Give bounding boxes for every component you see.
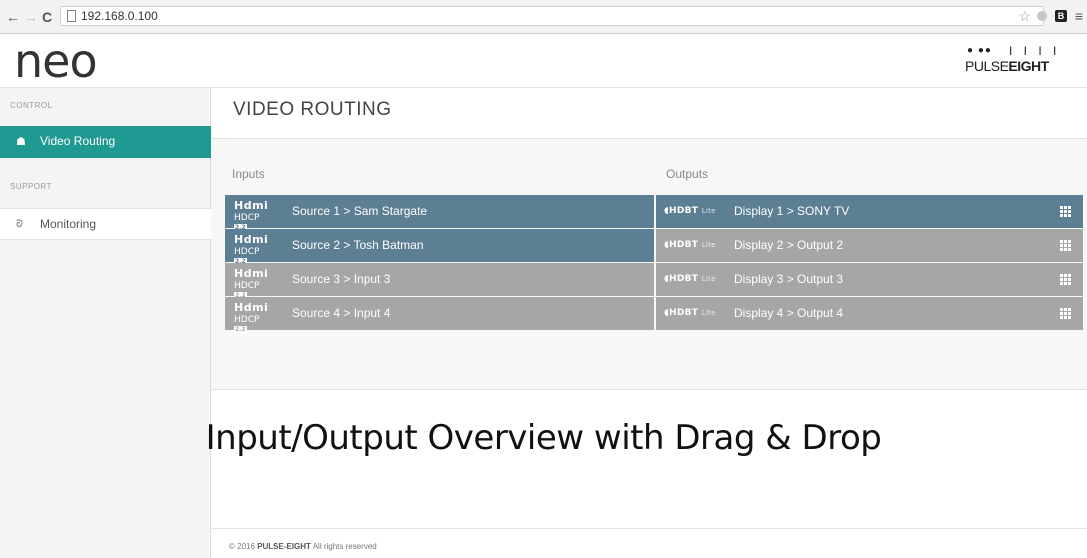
rss-icon: ᘐ [16, 219, 24, 230]
bookmark-star-icon[interactable]: ☆ [1018, 8, 1031, 24]
hdbaset-icon: ◖HDBT Lite [664, 308, 716, 318]
brand-dots: ● ●● [967, 45, 992, 56]
logo-area: neo [0, 35, 211, 88]
hdmi-hdcp-icon: Hdmi HDCP2.2 [234, 199, 269, 232]
route-row: Hdmi HDCP2.2 Source 3 > Input 3 ◖HDBT Li… [225, 263, 1083, 300]
input-source-4[interactable]: Hdmi HDCP2.2 Source 4 > Input 4 [225, 297, 654, 334]
hdmi-hdcp-icon: Hdmi HDCP2.2 [234, 301, 269, 334]
sidebar-item-label: Video Routing [40, 134, 116, 148]
grid-menu-icon[interactable] [1060, 308, 1072, 319]
outputs-header: Outputs [666, 167, 709, 181]
url-text[interactable]: 192.168.0.100 [81, 9, 158, 23]
top-bar: ● ●● I I I I PULSEEIGHT [211, 35, 1087, 88]
output-label: Display 1 > SONY TV [734, 204, 850, 218]
input-source-2[interactable]: Hdmi HDCP2.2 Source 2 > Tosh Batman [225, 229, 654, 266]
forward-icon[interactable]: → [24, 9, 38, 25]
output-label: Display 2 > Output 2 [734, 238, 844, 252]
input-label: Source 1 > Sam Stargate [292, 204, 428, 218]
grid-menu-icon[interactable] [1060, 240, 1072, 251]
browser-menu-icon[interactable]: ≡ [1075, 8, 1083, 24]
inputs-header: Inputs [232, 167, 265, 181]
hdbaset-icon: ◖HDBT Lite [664, 240, 716, 250]
input-label: Source 2 > Tosh Batman [292, 238, 424, 252]
home-icon: ☗ [16, 136, 26, 148]
section-label-control: CONTROL [10, 101, 53, 110]
route-row: Hdmi HDCP2.2 Source 4 > Input 4 ◖HDBT Li… [225, 297, 1083, 334]
brand-bars: I I I I [1009, 44, 1061, 58]
address-bar[interactable]: 192.168.0.100 [60, 6, 1044, 26]
sidebar-item-label: Monitoring [40, 217, 97, 231]
output-display-1[interactable]: ◖HDBT Lite Display 1 > SONY TV [656, 195, 1083, 228]
brand-wordmark: PULSEEIGHT [965, 58, 1049, 74]
copyright-text: © 2016 PULSE-EIGHT All rights reserved [229, 542, 377, 551]
back-icon[interactable]: ← [6, 9, 20, 25]
hdmi-hdcp-icon: Hdmi HDCP2.2 [234, 233, 269, 266]
output-label: Display 4 > Output 4 [734, 306, 844, 320]
hdbaset-icon: ◖HDBT Lite [664, 274, 716, 284]
grid-menu-icon[interactable] [1060, 274, 1072, 285]
browser-toolbar: ← → C 192.168.0.100 ☆ B ≡ [0, 0, 1087, 34]
route-row: Hdmi HDCP2.2 Source 2 > Tosh Batman ◖HDB… [225, 229, 1083, 266]
sidebar: neo CONTROL ☗ Video Routing SUPPORT ᘐ Mo… [0, 35, 211, 558]
output-label: Display 3 > Output 3 [734, 272, 844, 286]
footer: © 2016 PULSE-EIGHT All rights reserved [211, 528, 1087, 558]
overlay-caption: Input/Output Overview with Drag & Drop [205, 418, 882, 458]
output-display-3[interactable]: ◖HDBT Lite Display 3 > Output 3 [656, 263, 1083, 296]
input-source-3[interactable]: Hdmi HDCP2.2 Source 3 > Input 3 [225, 263, 654, 300]
extension-b-icon[interactable]: B [1055, 10, 1067, 22]
output-display-4[interactable]: ◖HDBT Lite Display 4 > Output 4 [656, 297, 1083, 330]
neo-logo[interactable]: neo [14, 37, 98, 85]
route-row: Hdmi HDCP2.2 Source 1 > Sam Stargate ◖HD… [225, 195, 1083, 232]
input-label: Source 4 > Input 4 [292, 306, 391, 320]
sidebar-item-video-routing[interactable]: ☗ Video Routing [0, 126, 211, 158]
section-label-support: SUPPORT [10, 182, 53, 191]
grid-menu-icon[interactable] [1060, 206, 1072, 217]
page-icon [67, 10, 76, 22]
sidebar-item-monitoring[interactable]: ᘐ Monitoring [0, 208, 211, 240]
page-title: VIDEO ROUTING [233, 99, 392, 120]
reload-icon[interactable]: C [42, 9, 52, 25]
input-label: Source 3 > Input 3 [292, 272, 391, 286]
extension-icon[interactable] [1037, 11, 1047, 21]
routing-table: Hdmi HDCP2.2 Source 1 > Sam Stargate ◖HD… [225, 195, 1083, 334]
hdbaset-icon: ◖HDBT Lite [664, 206, 716, 216]
pulse-eight-logo: ● ●● I I I I PULSEEIGHT [963, 44, 1073, 80]
input-source-1[interactable]: Hdmi HDCP2.2 Source 1 > Sam Stargate [225, 195, 654, 232]
output-display-2[interactable]: ◖HDBT Lite Display 2 > Output 2 [656, 229, 1083, 262]
hdmi-hdcp-icon: Hdmi HDCP2.2 [234, 267, 269, 300]
